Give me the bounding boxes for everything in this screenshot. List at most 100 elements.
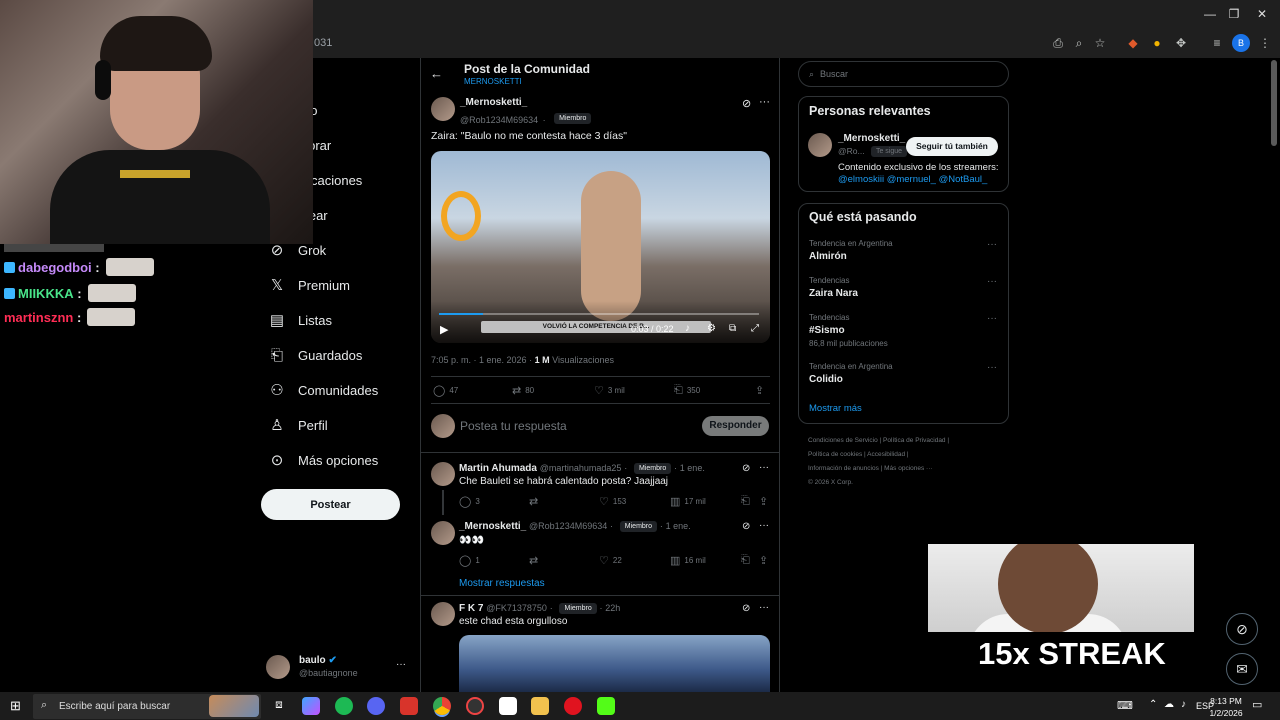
trend-item[interactable]: Tendencia en Argentina Colidio ··· bbox=[809, 362, 999, 385]
reply-action[interactable]: ◯ 1 bbox=[459, 554, 480, 567]
reply-handle[interactable]: @Rob1234M69634 bbox=[529, 521, 607, 531]
share-action[interactable]: ⇪ bbox=[759, 495, 768, 508]
reply-avatar[interactable] bbox=[431, 521, 455, 545]
reply-input[interactable]: Postea tu respuesta bbox=[460, 419, 567, 433]
views-action[interactable]: ▥ 16 mil bbox=[670, 554, 706, 567]
back-arrow-icon[interactable]: ← bbox=[430, 66, 443, 81]
close-window-button[interactable]: ✕ bbox=[1247, 4, 1277, 24]
reply-button[interactable]: Responder bbox=[702, 416, 769, 436]
like-action[interactable]: ♡ 153 bbox=[599, 495, 626, 508]
pip-icon[interactable]: ⧉ bbox=[729, 323, 736, 334]
reply-author[interactable]: _Mernosketti_ bbox=[459, 521, 526, 532]
task-view-icon[interactable]: ⧈ bbox=[270, 697, 288, 715]
trend-more-icon[interactable]: ··· bbox=[987, 313, 997, 324]
app-icon[interactable] bbox=[400, 697, 418, 715]
kick-icon[interactable] bbox=[597, 697, 615, 715]
show-more-link[interactable]: Mostrar más bbox=[809, 403, 862, 414]
reply-handle[interactable]: @martinahumada25 bbox=[540, 463, 622, 473]
nav-profile[interactable]: ♙ Perfil bbox=[268, 410, 327, 440]
reply-action[interactable]: ◯ 47 bbox=[433, 384, 458, 397]
windows-start-icon[interactable]: ⊞ bbox=[10, 699, 24, 713]
extension-icon[interactable]: ◆ bbox=[1124, 34, 1142, 52]
notifications-icon[interactable]: ▭ bbox=[1252, 698, 1262, 711]
grok-post-icon[interactable]: ⊘ bbox=[742, 521, 750, 532]
obs-icon[interactable] bbox=[466, 697, 484, 715]
reply-avatar[interactable] bbox=[431, 462, 455, 486]
follow-button[interactable]: Seguir tú también bbox=[906, 137, 998, 156]
fullscreen-icon[interactable]: ⤢ bbox=[751, 323, 759, 334]
file-explorer-icon[interactable] bbox=[531, 697, 549, 715]
grok-post-icon[interactable]: ⊘ bbox=[742, 603, 750, 614]
like-action[interactable]: ♡ 22 bbox=[599, 554, 622, 567]
footer-ads-info[interactable]: Información de anuncios bbox=[808, 465, 879, 472]
chrome-icon[interactable] bbox=[433, 697, 451, 715]
repost-action[interactable]: ⇄ 80 bbox=[512, 384, 534, 397]
footer-accessibility[interactable]: Accesibilidad bbox=[867, 451, 905, 458]
share-action[interactable]: ⇪ bbox=[755, 384, 764, 397]
relevant-name[interactable]: _Mernosketti_ bbox=[838, 133, 905, 144]
extensions-puzzle-icon[interactable]: ✥ bbox=[1172, 34, 1190, 52]
extension-color-icon[interactable]: ● bbox=[1148, 34, 1166, 52]
reply-more-icon[interactable]: ··· bbox=[759, 602, 769, 613]
video-progress-track[interactable] bbox=[439, 313, 759, 315]
volume-tray-icon[interactable]: ♪ bbox=[1181, 699, 1186, 710]
repost-action[interactable]: ⇄ bbox=[529, 495, 538, 508]
reply-handle[interactable]: @FK71378750 bbox=[486, 603, 547, 613]
reply-action[interactable]: ◯ 3 bbox=[459, 495, 480, 508]
keyboard-icon[interactable]: ⌨ bbox=[1117, 699, 1133, 712]
volume-icon[interactable]: ♪ bbox=[685, 323, 690, 334]
post-author-handle[interactable]: @Rob1234M69634 bbox=[460, 115, 538, 125]
nav-more[interactable]: ⊙ Más opciones bbox=[268, 445, 379, 475]
account-more-icon[interactable]: ··· bbox=[396, 659, 406, 670]
tray-chevron-icon[interactable]: ⌃ bbox=[1149, 699, 1157, 710]
profile-avatar-icon[interactable]: B bbox=[1232, 34, 1250, 52]
reply-more-icon[interactable]: ··· bbox=[759, 520, 769, 531]
show-replies-link[interactable]: Mostrar respuestas bbox=[459, 578, 545, 589]
trend-item[interactable]: Tendencias #Sismo 86,8 mil publicaciones… bbox=[809, 313, 999, 348]
post-video[interactable]: VOLVIÓ LA COMPETENCIA DE B... ▶ 0:03 / 0… bbox=[431, 151, 770, 343]
relevant-links[interactable]: @elmoskiii @mernuel_ @NotBaul_ bbox=[838, 174, 987, 185]
bookmark-action[interactable]: ⎗ bbox=[741, 554, 750, 567]
network-icon[interactable]: ☁ bbox=[1164, 699, 1174, 710]
messages-float-icon[interactable]: ✉ bbox=[1226, 653, 1258, 685]
bookmark-action[interactable]: ⎗ 350 bbox=[674, 384, 700, 397]
post-more-icon[interactable]: ··· bbox=[759, 96, 770, 108]
community-name[interactable]: MERNOSKETTI bbox=[464, 77, 522, 86]
footer-privacy[interactable]: Política de Privacidad bbox=[883, 437, 946, 444]
reply-avatar[interactable] bbox=[431, 602, 455, 626]
post-button[interactable]: Postear bbox=[261, 489, 400, 520]
address-bar[interactable]: 031 bbox=[300, 33, 1040, 53]
reply-author[interactable]: Martin Ahumada bbox=[459, 463, 537, 474]
post-author-avatar[interactable] bbox=[431, 97, 455, 121]
trend-more-icon[interactable]: ··· bbox=[987, 362, 997, 373]
zoom-icon[interactable]: ⌕ bbox=[1070, 34, 1088, 52]
bookmark-star-icon[interactable]: ☆ bbox=[1091, 34, 1109, 52]
restore-button[interactable]: ❐ bbox=[1219, 4, 1249, 24]
footer-cookies[interactable]: Política de cookies bbox=[808, 451, 862, 458]
browser-menu-icon[interactable]: ⋮ bbox=[1256, 34, 1274, 52]
trend-item[interactable]: Tendencias Zaira Nara ··· bbox=[809, 276, 999, 299]
trend-more-icon[interactable]: ··· bbox=[987, 239, 997, 250]
bookmark-action[interactable]: ⎗ bbox=[741, 495, 750, 508]
search-input[interactable]: ⌕ Buscar bbox=[798, 61, 1009, 87]
reply-more-icon[interactable]: ··· bbox=[759, 462, 769, 473]
post-author-name[interactable]: _Mernosketti_ bbox=[460, 97, 527, 108]
grok-post-icon[interactable]: ⊘ bbox=[742, 97, 751, 110]
discord-icon[interactable] bbox=[367, 697, 385, 715]
nav-bookmarks[interactable]: ⎗ Guardados bbox=[268, 340, 362, 370]
copilot-icon[interactable] bbox=[302, 697, 320, 715]
install-app-icon[interactable]: ⎙ bbox=[1049, 34, 1067, 52]
relevant-avatar[interactable] bbox=[808, 133, 832, 157]
footer-more[interactable]: Más opciones ··· bbox=[884, 465, 932, 472]
grok-post-icon[interactable]: ⊘ bbox=[742, 463, 750, 474]
views-action[interactable]: ▥ 17 mil bbox=[670, 495, 706, 508]
share-action[interactable]: ⇪ bbox=[759, 554, 768, 567]
media-control-icon[interactable]: ≡ bbox=[1208, 34, 1226, 52]
nav-lists[interactable]: ▤ Listas bbox=[268, 305, 332, 335]
settings-gear-icon[interactable]: ⚙ bbox=[707, 323, 716, 334]
reply-author[interactable]: F K 7 bbox=[459, 603, 483, 614]
nav-communities[interactable]: ⚇ Comunidades bbox=[268, 375, 378, 405]
trend-more-icon[interactable]: ··· bbox=[987, 276, 997, 287]
reply-image[interactable] bbox=[459, 635, 770, 692]
trend-item[interactable]: Tendencia en Argentina Almirón ··· bbox=[809, 239, 999, 262]
